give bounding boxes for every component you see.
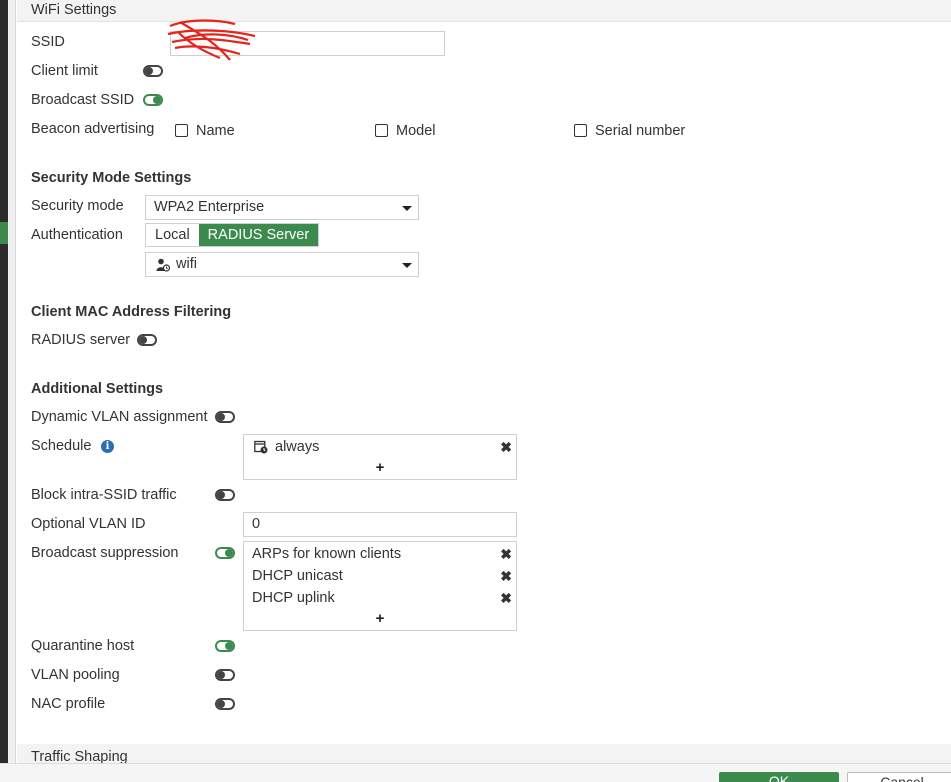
security-mode-label: Security mode [31, 198, 124, 214]
suppression-item-dhcp-uplink: DHCP uplink [252, 590, 335, 606]
ssid-label: SSID [31, 34, 65, 50]
additional-settings-heading: Additional Settings [31, 381, 164, 397]
broadcast-suppression-toggle[interactable] [215, 547, 235, 559]
optional-vlan-input[interactable]: 0 [243, 512, 517, 537]
auth-option-radius-server[interactable]: RADIUS Server [198, 224, 319, 246]
client-limit-label: Client limit [31, 63, 98, 79]
radius-server-value: wifi [176, 256, 197, 272]
broadcast-suppression-list: ARPs for known clients ✖ DHCP unicast ✖ … [243, 541, 517, 631]
authentication-segmented-control: Local RADIUS Server [145, 223, 320, 247]
remove-x-icon[interactable]: ✖ [500, 547, 512, 561]
remove-x-icon[interactable]: ✖ [500, 569, 512, 583]
broadcast-suppression-label: Broadcast suppression [31, 545, 179, 561]
remove-x-icon[interactable]: ✖ [500, 440, 512, 454]
block-intra-ssid-label: Block intra-SSID traffic [31, 487, 177, 503]
wifi-settings-header: WiFi Settings [17, 0, 951, 22]
security-mode-select[interactable]: WPA2 Enterprise [145, 195, 419, 220]
calendar-clock-icon [254, 440, 268, 454]
authentication-label: Authentication [31, 227, 123, 243]
mac-filtering-heading: Client MAC Address Filtering [31, 304, 232, 320]
chevron-down-icon [402, 206, 412, 211]
nac-profile-toggle[interactable] [215, 698, 235, 710]
security-mode-value: WPA2 Enterprise [154, 199, 265, 215]
info-icon[interactable]: i [101, 440, 114, 453]
broadcast-ssid-toggle[interactable] [143, 94, 163, 106]
suppression-item-dhcp-unicast: DHCP unicast [252, 568, 343, 584]
suppression-item-arps: ARPs for known clients [252, 546, 402, 562]
beacon-model-label: Model [396, 123, 436, 139]
client-limit-toggle[interactable] [143, 65, 163, 77]
auth-option-local[interactable]: Local [146, 224, 199, 246]
wifi-settings-title: WiFi Settings [31, 2, 117, 18]
radius-server-label: RADIUS server [31, 332, 131, 348]
ok-button[interactable]: OK [719, 772, 839, 782]
vlan-pooling-toggle[interactable] [215, 669, 235, 681]
beacon-model-checkbox[interactable] [375, 124, 388, 137]
broadcast-ssid-label: Broadcast SSID [31, 92, 135, 108]
vlan-pooling-label: VLAN pooling [31, 667, 120, 683]
radius-server-select[interactable]: wifi [145, 252, 419, 277]
nac-profile-label: NAC profile [31, 696, 106, 712]
mac-radius-server-toggle[interactable] [137, 334, 157, 346]
dynamic-vlan-label: Dynamic VLAN assignment [31, 409, 208, 425]
add-schedule-button[interactable]: + [244, 459, 516, 476]
user-group-icon [156, 258, 170, 272]
schedule-list: always ✖ + [243, 434, 517, 480]
quarantine-host-label: Quarantine host [31, 638, 135, 654]
dynamic-vlan-toggle[interactable] [215, 411, 235, 423]
quarantine-host-toggle[interactable] [215, 640, 235, 652]
optional-vlan-label: Optional VLAN ID [31, 516, 146, 532]
cancel-button[interactable]: Cancel [847, 772, 951, 782]
beacon-serial-label: Serial number [595, 123, 686, 139]
beacon-advertising-label: Beacon advertising [31, 121, 155, 137]
left-nav-strip [0, 0, 8, 782]
beacon-name-checkbox[interactable] [175, 124, 188, 137]
add-suppression-button[interactable]: + [244, 610, 516, 627]
schedule-label: Schedule [31, 438, 92, 454]
chevron-down-icon [402, 263, 412, 268]
security-mode-heading: Security Mode Settings [31, 170, 192, 186]
nav-active-marker [0, 222, 8, 244]
left-panel-edge [8, 0, 16, 782]
redaction-scribble [167, 19, 256, 61]
remove-x-icon[interactable]: ✖ [500, 591, 512, 605]
schedule-item-always: always [275, 439, 320, 455]
beacon-name-label: Name [196, 123, 235, 139]
block-intra-ssid-toggle[interactable] [215, 489, 235, 501]
beacon-serial-checkbox[interactable] [574, 124, 587, 137]
